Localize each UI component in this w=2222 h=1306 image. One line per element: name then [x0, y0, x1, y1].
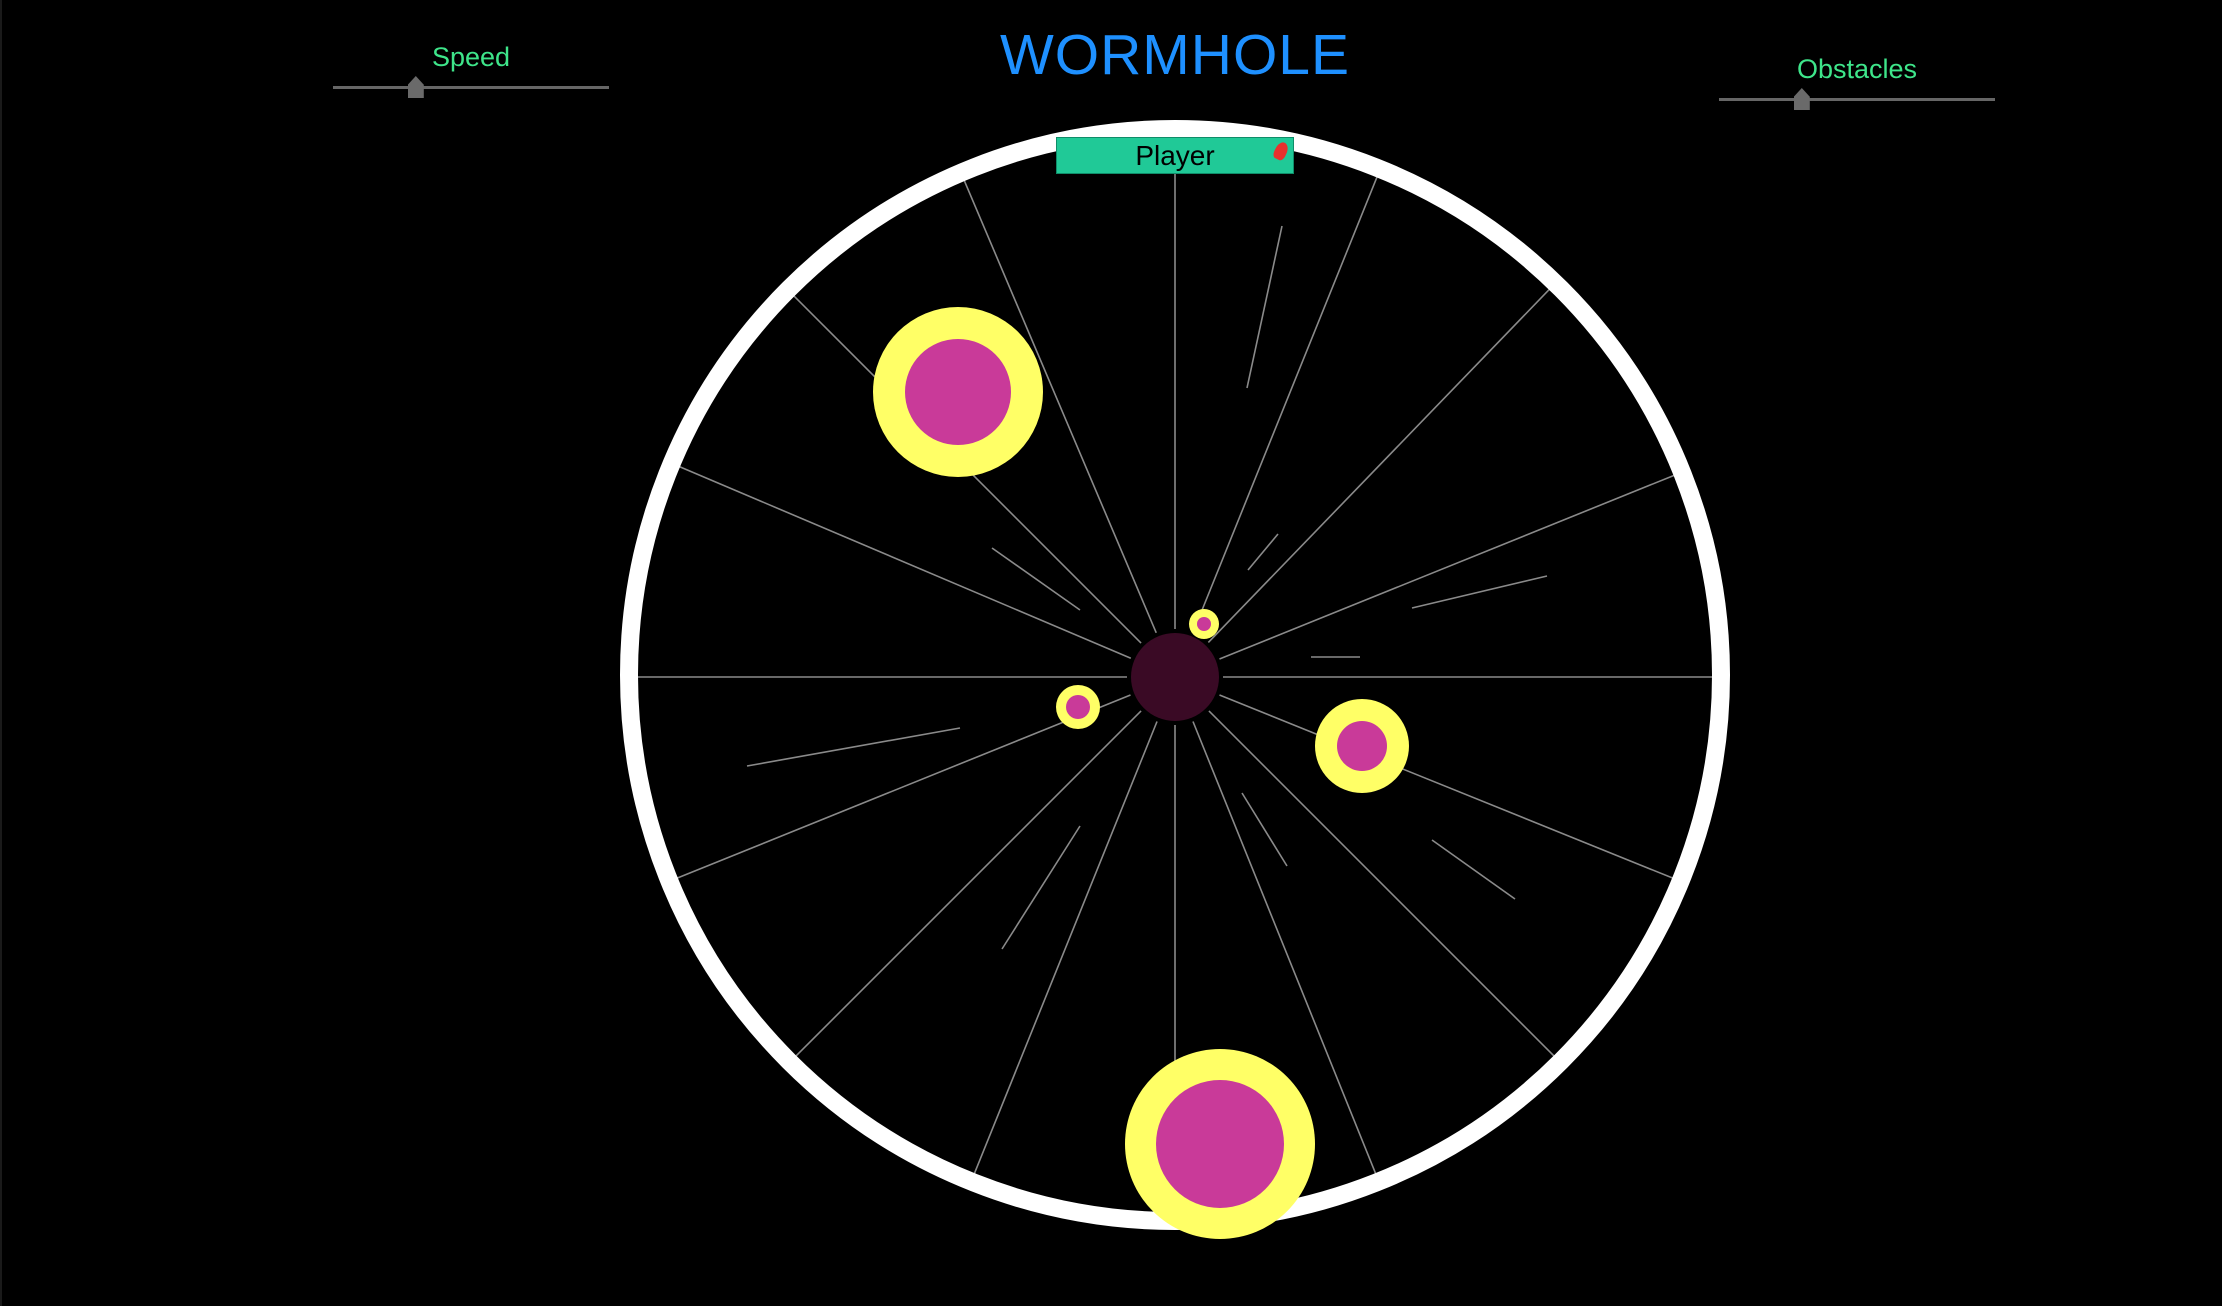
obstacle: [1056, 685, 1100, 729]
wormhole-tunnel: [620, 120, 1730, 1239]
obstacle-core: [1337, 721, 1387, 771]
player-ship[interactable]: Player: [1056, 137, 1294, 174]
motion-streak: [991, 547, 1081, 611]
motion-streaks: [746, 225, 1548, 950]
obstacle-core: [1156, 1080, 1284, 1208]
tunnel-spoke: [792, 710, 1142, 1060]
obstacle: [1125, 1049, 1315, 1239]
motion-streak: [1411, 575, 1548, 609]
obstacle-core: [1197, 617, 1211, 631]
wormhole-core: [1131, 633, 1219, 721]
motion-streak: [1431, 839, 1516, 900]
player-label: Player: [1135, 140, 1215, 171]
obstacle: [1189, 609, 1219, 639]
motion-streak: [1241, 792, 1288, 867]
obstacle-core: [905, 339, 1011, 445]
obstacle-core: [1066, 695, 1090, 719]
tunnel-spoke: [1219, 473, 1676, 660]
player-marker-icon: [1271, 140, 1291, 162]
obstacle: [873, 307, 1043, 477]
tunnel-spoke: [674, 694, 1131, 881]
game-stage: WORMHOLE Speed Obstacles Player: [0, 0, 2222, 1306]
motion-streak: [1246, 225, 1283, 389]
tunnel-spoke: [677, 465, 1132, 659]
motion-streak: [1247, 533, 1279, 571]
obstacles-layer: [873, 307, 1409, 1239]
obstacle: [1315, 699, 1409, 793]
motion-streak: [746, 727, 961, 767]
tunnel-spoke: [971, 721, 1158, 1178]
motion-streak: [1001, 825, 1081, 950]
